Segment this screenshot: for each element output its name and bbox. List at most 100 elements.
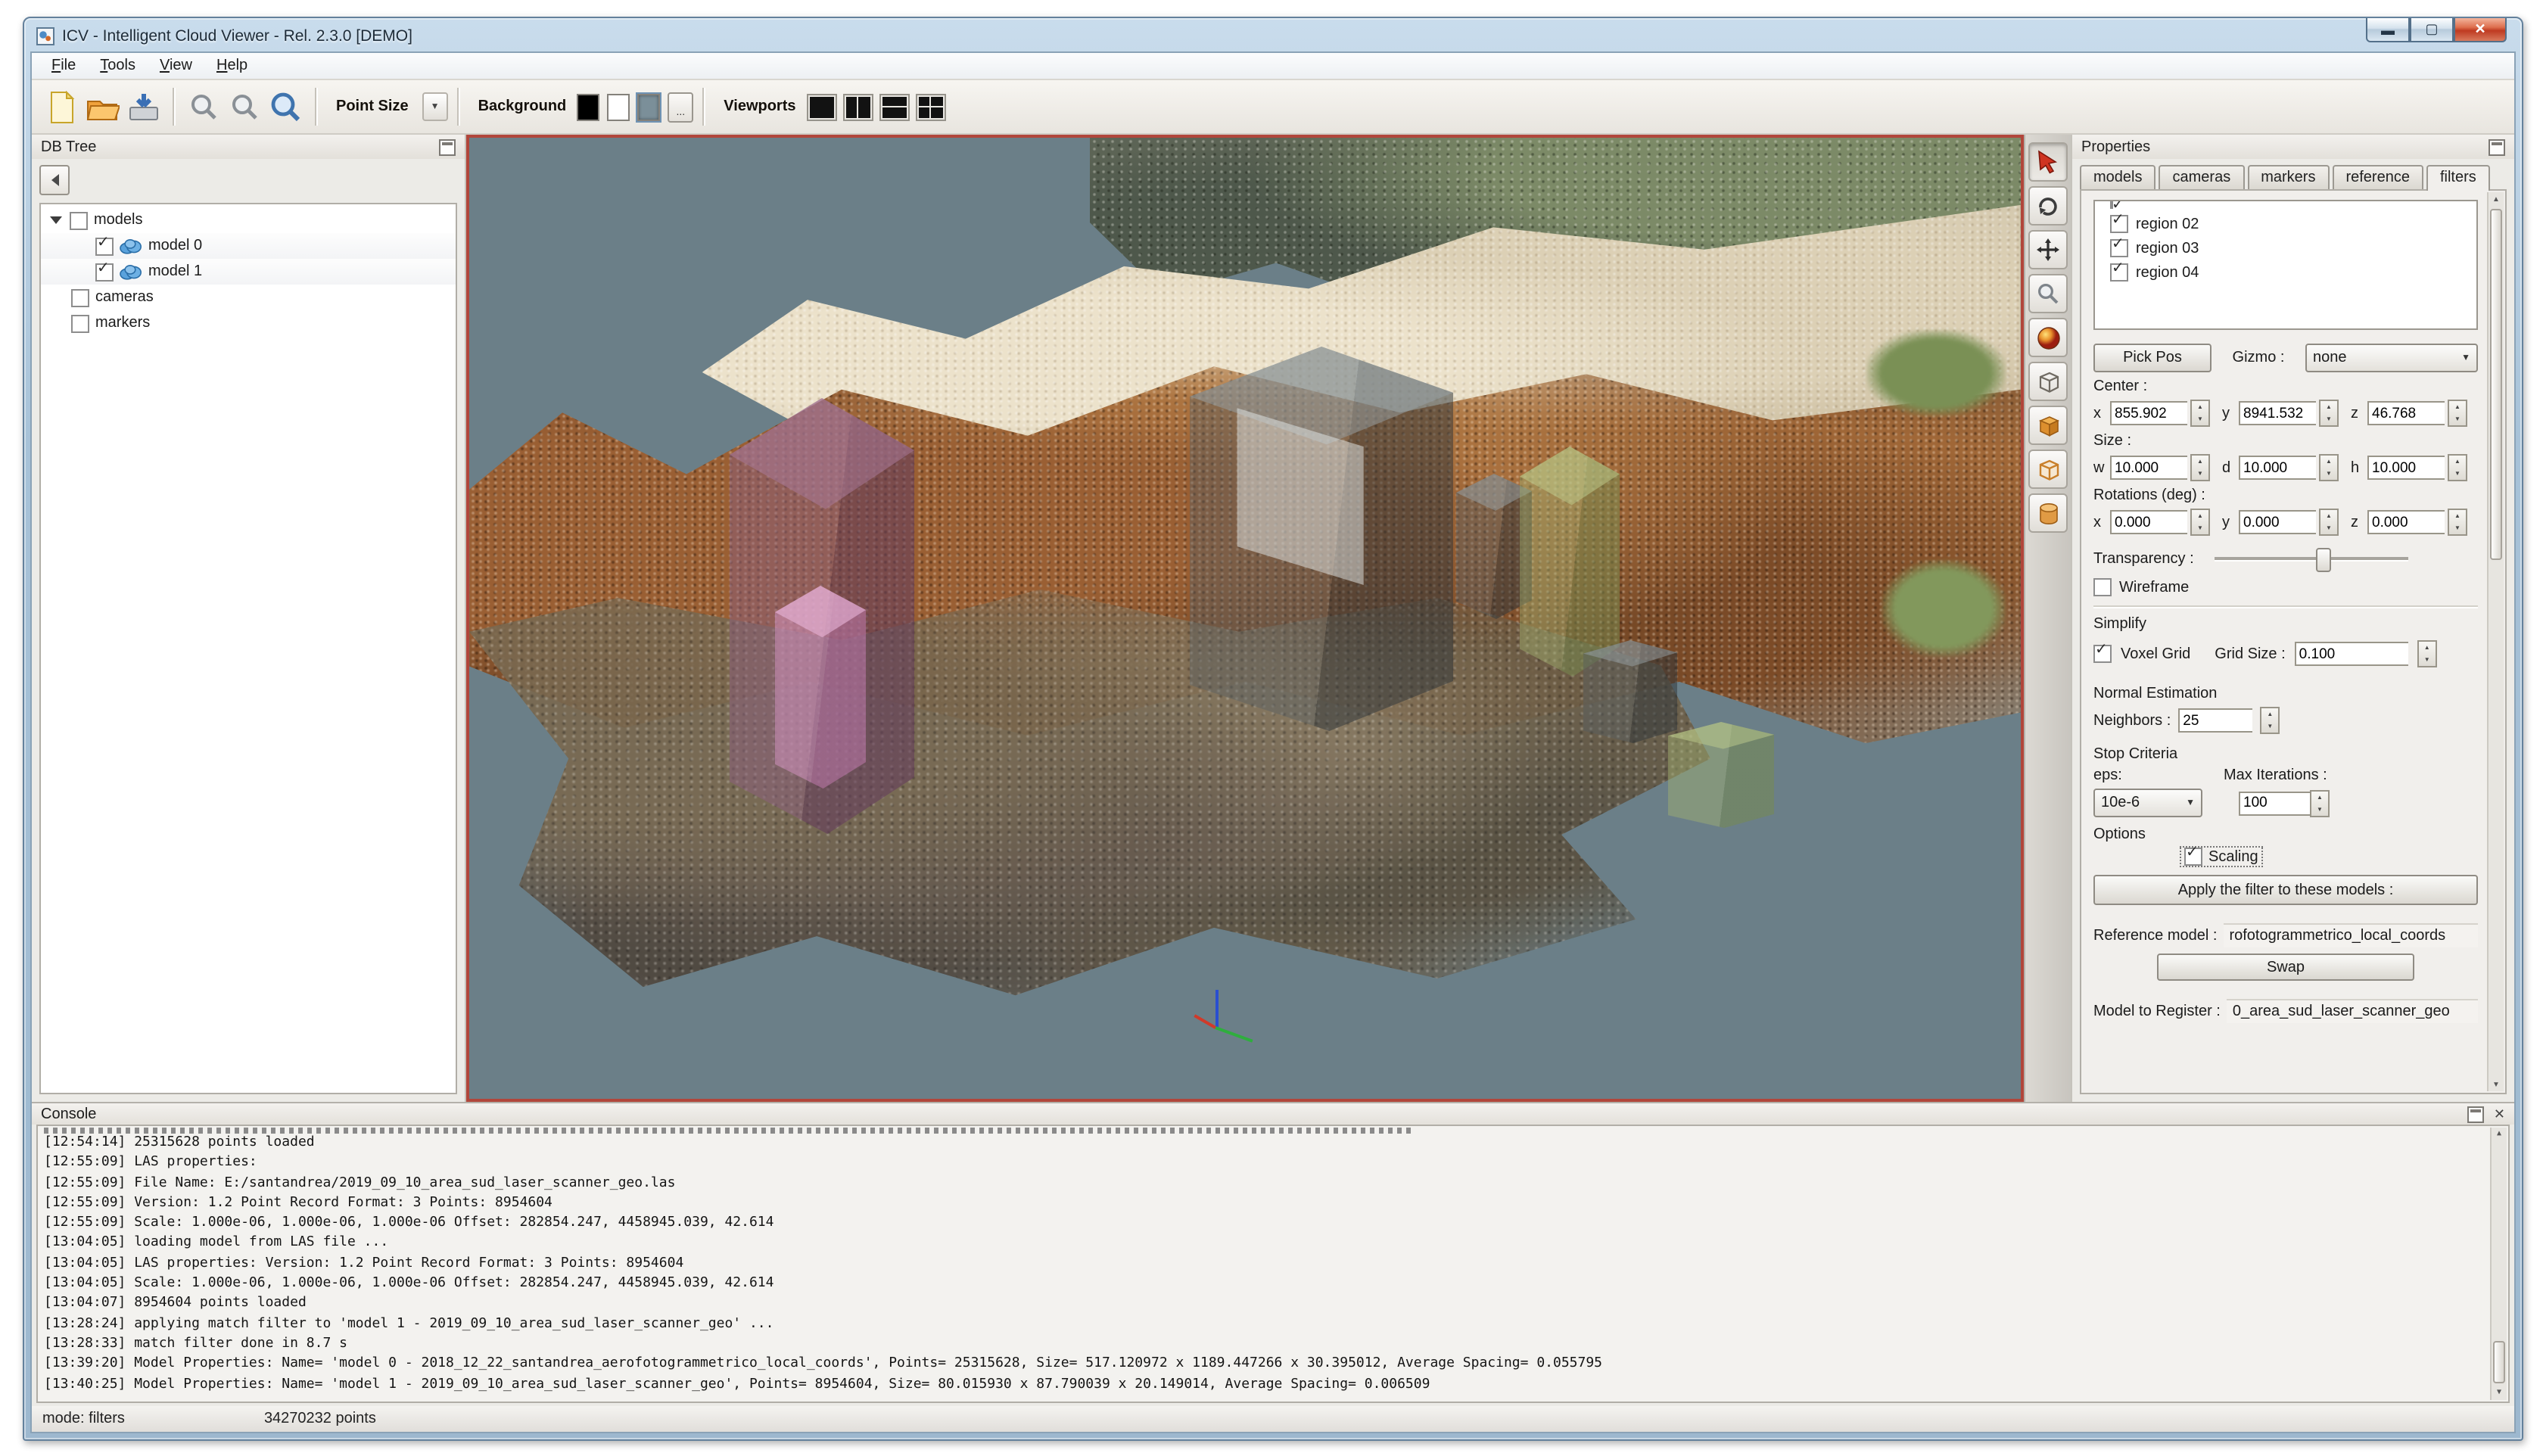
size-h-input[interactable] — [2367, 456, 2445, 480]
maximize-button[interactable]: ▢ — [2410, 18, 2454, 42]
max-iterations-input[interactable] — [2239, 791, 2310, 815]
region-box-gray-cube[interactable] — [1583, 640, 1677, 743]
region-row[interactable]: region 03 — [2110, 236, 2476, 260]
spin-buttons[interactable]: ▲ ▼ — [2319, 454, 2339, 481]
pick-tool-button[interactable] — [2028, 142, 2068, 182]
spin-buttons[interactable]: ▲ ▼ — [2448, 400, 2467, 427]
solid-box-tool-button[interactable] — [2028, 406, 2068, 445]
tab-models[interactable]: models — [2080, 165, 2156, 189]
scroll-down-icon[interactable]: ▼ — [2492, 1386, 2507, 1400]
orbit-tool-button[interactable] — [2028, 186, 2068, 226]
background-more-button[interactable]: ... — [668, 92, 694, 122]
region-04-checkbox[interactable] — [2110, 260, 2128, 282]
spin-buttons[interactable]: ▲ ▼ — [2448, 509, 2467, 536]
color-mode-button[interactable] — [2028, 318, 2068, 357]
rotation-z-input[interactable] — [2367, 510, 2445, 534]
cameras-checkbox[interactable] — [71, 288, 89, 306]
rotation-y-input[interactable] — [2239, 510, 2316, 534]
neighbors-input[interactable] — [2178, 708, 2253, 733]
tree-item-model-0[interactable]: model 0 — [41, 233, 456, 259]
tab-cameras[interactable]: cameras — [2159, 165, 2245, 189]
close-button[interactable]: ✕ — [2454, 18, 2507, 42]
save-file-button[interactable] — [123, 86, 163, 127]
spin-buttons[interactable]: ▲ ▼ — [2310, 789, 2330, 817]
cylinder-tool-button[interactable] — [2028, 493, 2068, 533]
pick-pos-button[interactable]: Pick Pos — [2093, 344, 2212, 372]
spin-buttons[interactable]: ▲ ▼ — [2319, 400, 2339, 427]
spin-buttons[interactable]: ▲ ▼ — [2190, 454, 2210, 481]
point-size-dropdown[interactable]: ▼ — [422, 92, 448, 121]
console-log[interactable]: [12:54:14] 25315628 points loaded [12:55… — [36, 1125, 2510, 1403]
zoom-out-button[interactable] — [183, 86, 224, 127]
spin-buttons[interactable]: ▲ ▼ — [2448, 454, 2467, 481]
menu-tools[interactable]: Tools — [88, 56, 148, 76]
open-file-button[interactable] — [82, 86, 123, 127]
region-02-checkbox[interactable] — [2110, 212, 2128, 233]
rotation-x-input[interactable] — [2110, 510, 2187, 534]
apply-filter-button[interactable]: Apply the filter to these models : — [2093, 875, 2478, 905]
scrollbar-thumb[interactable] — [2493, 1341, 2505, 1383]
close-panel-icon[interactable]: ✕ — [2494, 1106, 2505, 1122]
collapse-tree-button[interactable] — [39, 165, 70, 195]
new-file-button[interactable] — [41, 86, 82, 127]
console-header[interactable]: Console ✕ — [32, 1103, 2514, 1125]
menu-file[interactable]: File — [39, 56, 88, 76]
pan-tool-button[interactable] — [2028, 230, 2068, 269]
scroll-down-icon[interactable]: ▼ — [2489, 1078, 2504, 1091]
model-1-checkbox[interactable] — [95, 260, 114, 281]
scrollbar-thumb[interactable] — [2490, 209, 2502, 560]
region-box-purple[interactable] — [730, 398, 914, 834]
scroll-up-icon[interactable]: ▲ — [2492, 1128, 2507, 1141]
float-panel-icon[interactable] — [2489, 138, 2505, 155]
center-y-input[interactable] — [2239, 401, 2316, 425]
viewport-dual-vertical-button[interactable] — [842, 93, 873, 120]
transparency-slider[interactable] — [2215, 548, 2409, 572]
markers-checkbox[interactable] — [71, 314, 89, 332]
expander-icon[interactable] — [50, 216, 62, 224]
spin-buttons[interactable]: ▲ ▼ — [2417, 640, 2437, 667]
float-panel-icon[interactable] — [2467, 1106, 2485, 1122]
wire-box-tool-button[interactable] — [2028, 362, 2068, 401]
tree-item-model-1[interactable]: model 1 — [41, 259, 456, 285]
gizmo-dropdown[interactable]: none ▼ — [2305, 344, 2478, 372]
float-panel-icon[interactable] — [439, 138, 456, 155]
spin-buttons[interactable]: ▲ ▼ — [2190, 509, 2210, 536]
tab-reference[interactable]: reference — [2332, 165, 2423, 189]
scaling-checkbox[interactable] — [2184, 845, 2202, 866]
models-checkbox[interactable] — [70, 211, 88, 229]
region-03-checkbox[interactable] — [2110, 236, 2128, 257]
regions-list[interactable]: region 02 region 03 region 04 — [2093, 200, 2478, 330]
slider-handle[interactable] — [2315, 548, 2331, 572]
model-0-checkbox[interactable] — [95, 234, 114, 255]
viewport-quad-button[interactable] — [915, 93, 946, 120]
grid-size-input[interactable] — [2294, 642, 2408, 666]
properties-header[interactable]: Properties — [2072, 135, 2514, 159]
3d-viewport[interactable] — [466, 135, 2024, 1102]
region-box-gray-large[interactable] — [1190, 347, 1453, 731]
zoom-fit-button[interactable] — [224, 86, 265, 127]
center-z-input[interactable] — [2367, 401, 2445, 425]
region-row[interactable]: region 04 — [2110, 260, 2476, 285]
scroll-up-icon[interactable]: ▲ — [2489, 192, 2504, 206]
tab-markers[interactable]: markers — [2247, 165, 2330, 189]
menu-help[interactable]: Help — [204, 56, 260, 76]
db-tree-header[interactable]: DB Tree — [32, 135, 465, 159]
eps-dropdown[interactable]: 10e-6 ▼ — [2093, 789, 2202, 817]
swap-button[interactable]: Swap — [2157, 954, 2414, 981]
region-row[interactable]: region 02 — [2110, 212, 2476, 236]
wireframe-checkbox[interactable] — [2093, 578, 2112, 596]
spin-buttons[interactable]: ▲ ▼ — [2319, 509, 2339, 536]
menu-view[interactable]: View — [148, 56, 204, 76]
viewport-dual-horizontal-button[interactable] — [879, 93, 910, 120]
zoom-tool-button[interactable] — [2028, 274, 2068, 313]
viewport-single-button[interactable] — [806, 93, 837, 120]
tab-filters[interactable]: filters — [2426, 165, 2490, 191]
background-swatch-gray[interactable] — [637, 93, 661, 120]
background-swatch-black[interactable] — [577, 93, 600, 120]
frame-box-tool-button[interactable] — [2028, 450, 2068, 489]
size-w-input[interactable] — [2110, 456, 2187, 480]
minimize-button[interactable]: ▬ — [2366, 18, 2410, 42]
region-box-green-cube[interactable] — [1668, 722, 1774, 828]
background-swatch-white[interactable] — [607, 93, 630, 120]
titlebar[interactable]: ICV - Intelligent Cloud Viewer - Rel. 2.… — [24, 18, 2522, 51]
